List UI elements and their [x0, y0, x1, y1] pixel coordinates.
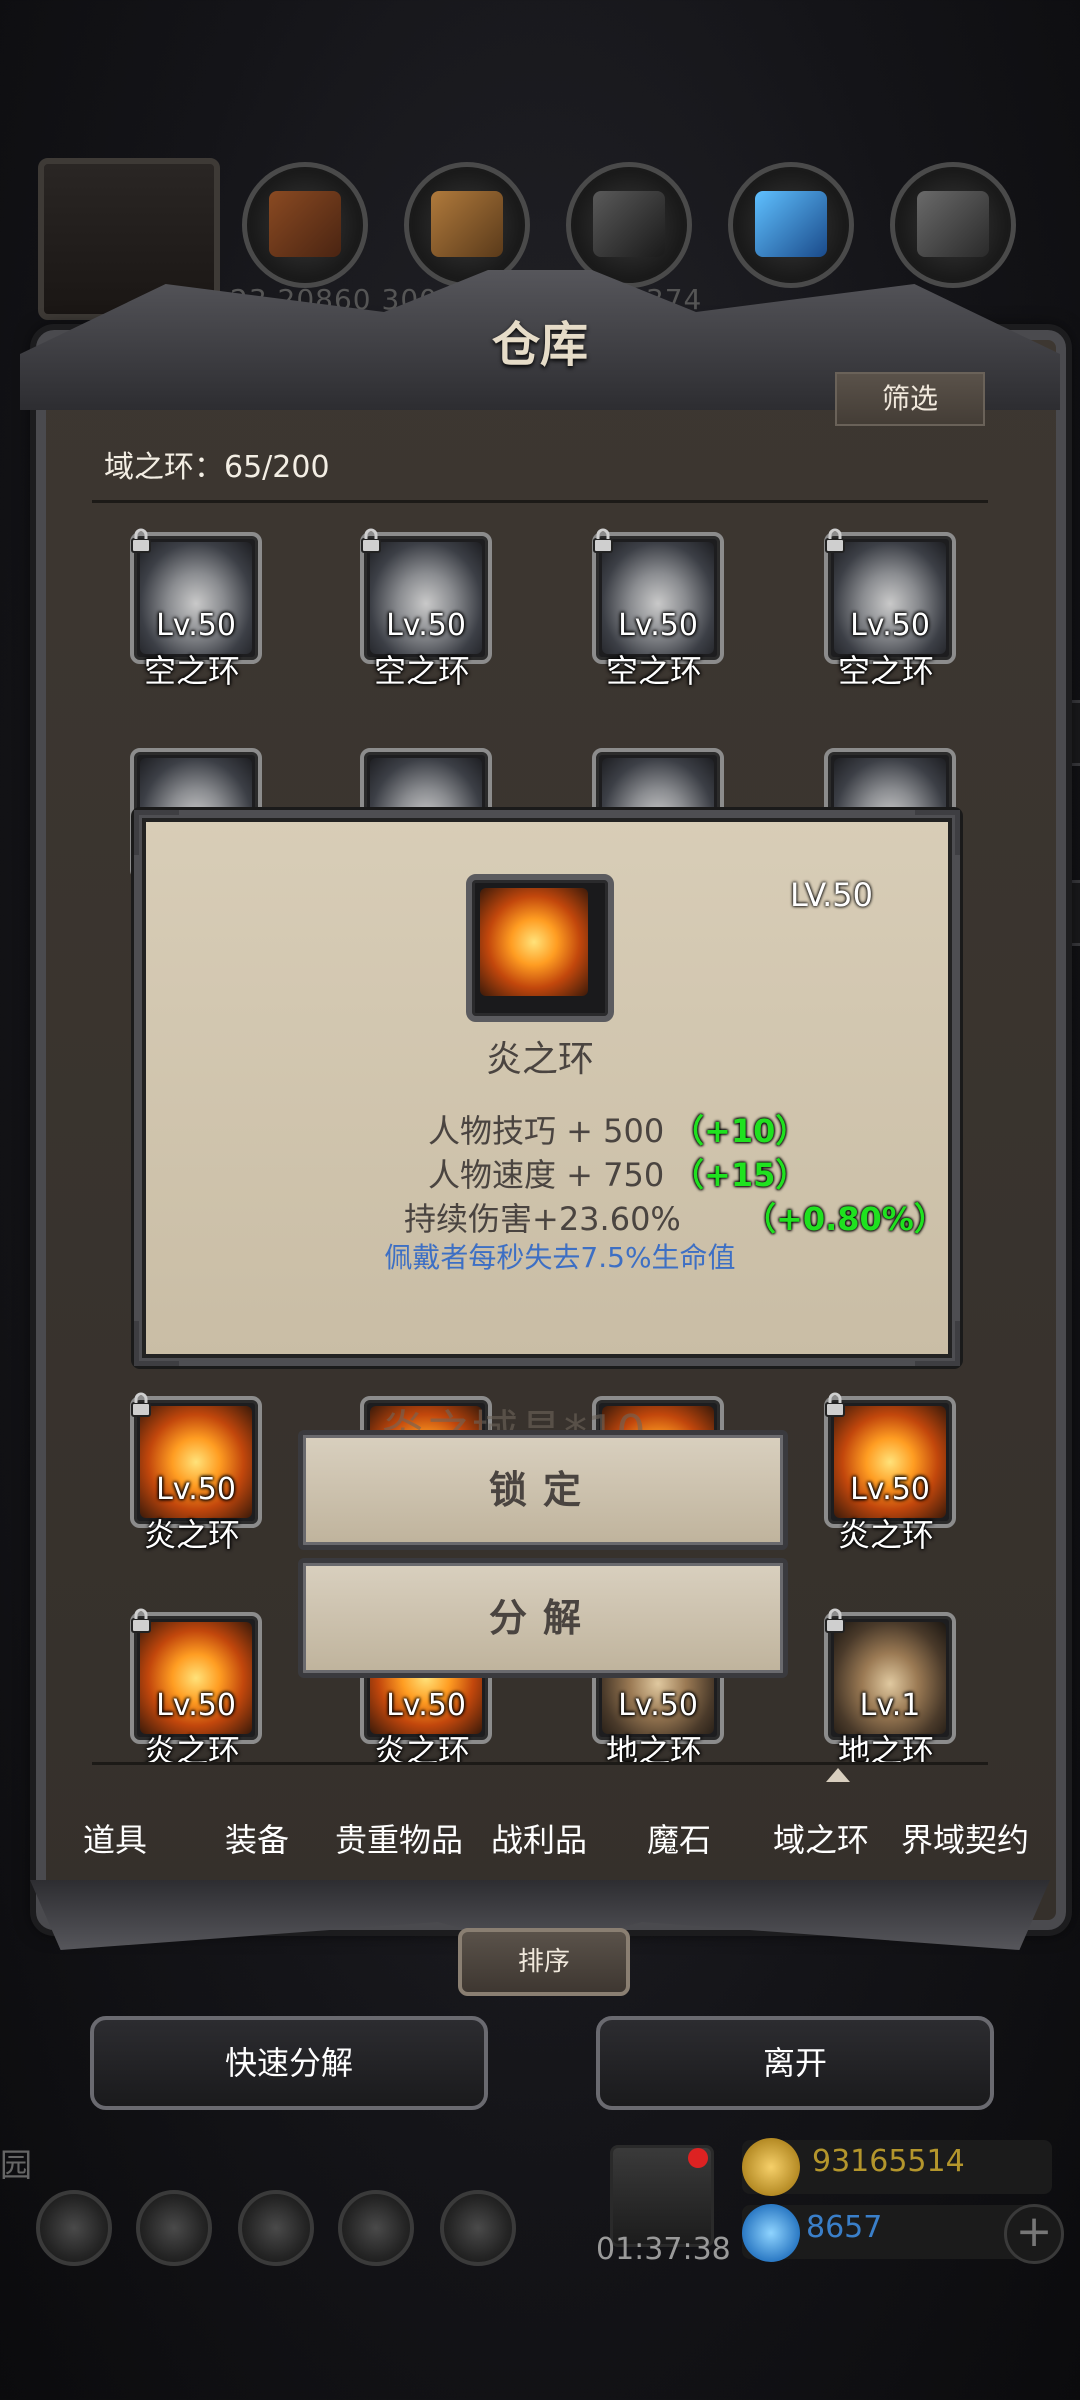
- add-gems-button[interactable]: +: [1004, 2204, 1064, 2264]
- inventory-slot[interactable]: Lv.50: [592, 528, 724, 664]
- tab-items[interactable]: 道具: [60, 1815, 170, 1861]
- stat-bonus: （+10）: [672, 1112, 808, 1150]
- item-name: 地之环: [605, 1732, 702, 1762]
- sort-button[interactable]: 排序: [458, 1928, 630, 1996]
- leave-button[interactable]: 离开: [596, 2016, 994, 2110]
- inventory-slot[interactable]: Lv.50: [824, 528, 956, 664]
- tab-magic-stones[interactable]: 魔石: [624, 1815, 734, 1861]
- lock-icon: [593, 528, 613, 553]
- item-name: 空之环: [605, 652, 702, 690]
- tab-realm-contract[interactable]: 界域契约: [892, 1815, 1038, 1861]
- settings-gear-icon[interactable]: [36, 2190, 112, 2266]
- item-name: 炎之环: [143, 1516, 240, 1554]
- decompose-button[interactable]: 分解: [298, 1558, 788, 1678]
- detail-item-level: LV.50: [790, 876, 873, 914]
- item-level: Lv.1: [859, 1688, 921, 1723]
- plank-resource-icon: [404, 162, 530, 288]
- wood-resource-icon: [242, 162, 368, 288]
- item-effect-text: 佩戴者每秒失去7.5%生命值: [384, 1241, 736, 1274]
- item-name: 地之环: [837, 1732, 934, 1762]
- item-level: Lv.50: [156, 1688, 236, 1723]
- lock-icon: [825, 528, 845, 553]
- card-corner: [915, 1321, 960, 1366]
- item-level: Lv.50: [618, 608, 698, 643]
- inventory-slot[interactable]: Lv.50: [130, 1608, 262, 1744]
- lock-icon: [825, 1392, 845, 1417]
- page-title: 仓库: [491, 317, 588, 373]
- divider: [92, 1762, 988, 1765]
- tab-equipment[interactable]: 装备: [202, 1815, 312, 1861]
- inventory-slot[interactable]: Lv.50: [824, 1392, 956, 1528]
- item-level: Lv.50: [156, 1472, 236, 1507]
- item-name: 炎之环: [373, 1732, 470, 1762]
- tab-domain-rings[interactable]: 域之环: [766, 1815, 876, 1861]
- box-icon[interactable]: [440, 2190, 516, 2266]
- lock-icon: [825, 1608, 845, 1633]
- crystal-resource-icon: [728, 162, 854, 288]
- tab-spoils[interactable]: 战利品: [484, 1815, 594, 1861]
- gift-timer: 01:37:38: [596, 2232, 731, 2267]
- lock-button[interactable]: 锁定: [298, 1430, 788, 1550]
- gem-amount: 8657: [806, 2210, 883, 2245]
- item-level: Lv.50: [618, 1688, 698, 1723]
- garden-label: 园: [0, 2146, 33, 2184]
- mail-icon[interactable]: [338, 2190, 414, 2266]
- item-name: 炎之环: [837, 1516, 934, 1554]
- map-icon[interactable]: [238, 2190, 314, 2266]
- item-name: 炎之环: [143, 1732, 240, 1762]
- lock-icon: [361, 528, 381, 553]
- fire-ring-icon: [480, 888, 588, 996]
- detail-item-icon: [466, 874, 614, 1022]
- card-corner: [134, 1321, 179, 1366]
- item-level: Lv.50: [850, 1472, 930, 1507]
- item-level: Lv.50: [386, 1688, 466, 1723]
- stone-resource-icon: [566, 162, 692, 288]
- inventory-slot[interactable]: Lv.50: [130, 1392, 262, 1528]
- lock-icon: [131, 528, 151, 553]
- item-level: Lv.50: [850, 608, 930, 643]
- lock-icon: [131, 1392, 151, 1417]
- lock-icon: [131, 1608, 151, 1633]
- inventory-slot[interactable]: Lv.1: [824, 1608, 956, 1744]
- card-corner: [915, 810, 960, 855]
- stat-text: 人物技巧 + 500: [428, 1112, 665, 1150]
- inventory-slot[interactable]: Lv.50: [360, 528, 492, 664]
- category-count: 域之环：65/200: [104, 450, 330, 485]
- stat-bonus: （+0.80%）: [744, 1200, 946, 1238]
- inventory-slot[interactable]: Lv.50: [130, 528, 262, 664]
- stat-bonus: （+15）: [672, 1156, 808, 1194]
- detail-item-name: 炎之环: [485, 1039, 594, 1080]
- item-name: 空之环: [837, 652, 934, 690]
- star-icon[interactable]: [136, 2190, 212, 2266]
- item-level: Lv.50: [386, 608, 466, 643]
- notification-dot: [688, 2148, 708, 2168]
- tab-valuables[interactable]: 贵重物品: [326, 1815, 472, 1861]
- quick-decompose-button[interactable]: 快速分解: [90, 2016, 488, 2110]
- item-name: 空之环: [143, 652, 240, 690]
- iron-resource-icon: [890, 162, 1016, 288]
- stat-text: 人物速度 + 750: [428, 1156, 665, 1194]
- gem-icon: [742, 2204, 800, 2262]
- card-corner: [134, 810, 179, 855]
- stat-text: 持续伤害+23.60%: [404, 1200, 681, 1238]
- gold-amount: 93165514: [812, 2144, 965, 2179]
- item-name: 空之环: [373, 652, 470, 690]
- divider: [92, 500, 988, 503]
- active-tab-marker: [826, 1768, 850, 1782]
- gold-coin-icon: [742, 2138, 800, 2196]
- filter-button[interactable]: 筛选: [835, 372, 985, 426]
- item-level: Lv.50: [156, 608, 236, 643]
